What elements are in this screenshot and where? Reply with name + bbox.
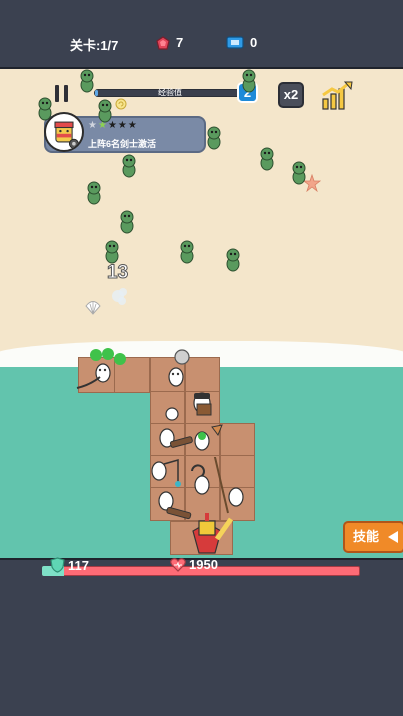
arrow-left-icon (388, 531, 398, 543)
hero-club-warrior[interactable] (72, 345, 134, 395)
level-indicator: 关卡:1/7 (70, 35, 118, 54)
hero-mace-fighter[interactable] (162, 348, 192, 390)
skill-label: 技能 (353, 529, 380, 544)
gem-count: 7 (176, 35, 184, 50)
shield-icon (50, 557, 65, 573)
status-bar (0, 558, 403, 716)
heart-icon (170, 558, 186, 572)
gem-counter: 7 (156, 35, 183, 50)
top-bar: 关卡:1/7 7 0 (0, 0, 403, 69)
shield-value: 117 (68, 557, 89, 573)
game-scene[interactable]: 经验值 2 x2 ★★★★★ 上阵6名剑士激活 13 技能 (0, 69, 403, 558)
shield-stat: 117 (50, 557, 89, 573)
gem-icon (156, 35, 170, 50)
ticket-icon (226, 36, 244, 49)
hp-stat: 1950 (170, 557, 218, 572)
hero-bazooka-soldier[interactable] (150, 404, 195, 454)
raft (0, 69, 403, 558)
ticket-count: 0 (250, 35, 258, 50)
hp-value: 1950 (189, 557, 218, 572)
ticket-counter: 0 (226, 35, 257, 50)
level-text: 关卡:1/7 (70, 38, 119, 53)
skill-button[interactable]: 技能 (343, 521, 403, 553)
hero-golden-sword-knight[interactable] (183, 509, 235, 557)
hero-spear-lancer[interactable] (190, 421, 230, 461)
